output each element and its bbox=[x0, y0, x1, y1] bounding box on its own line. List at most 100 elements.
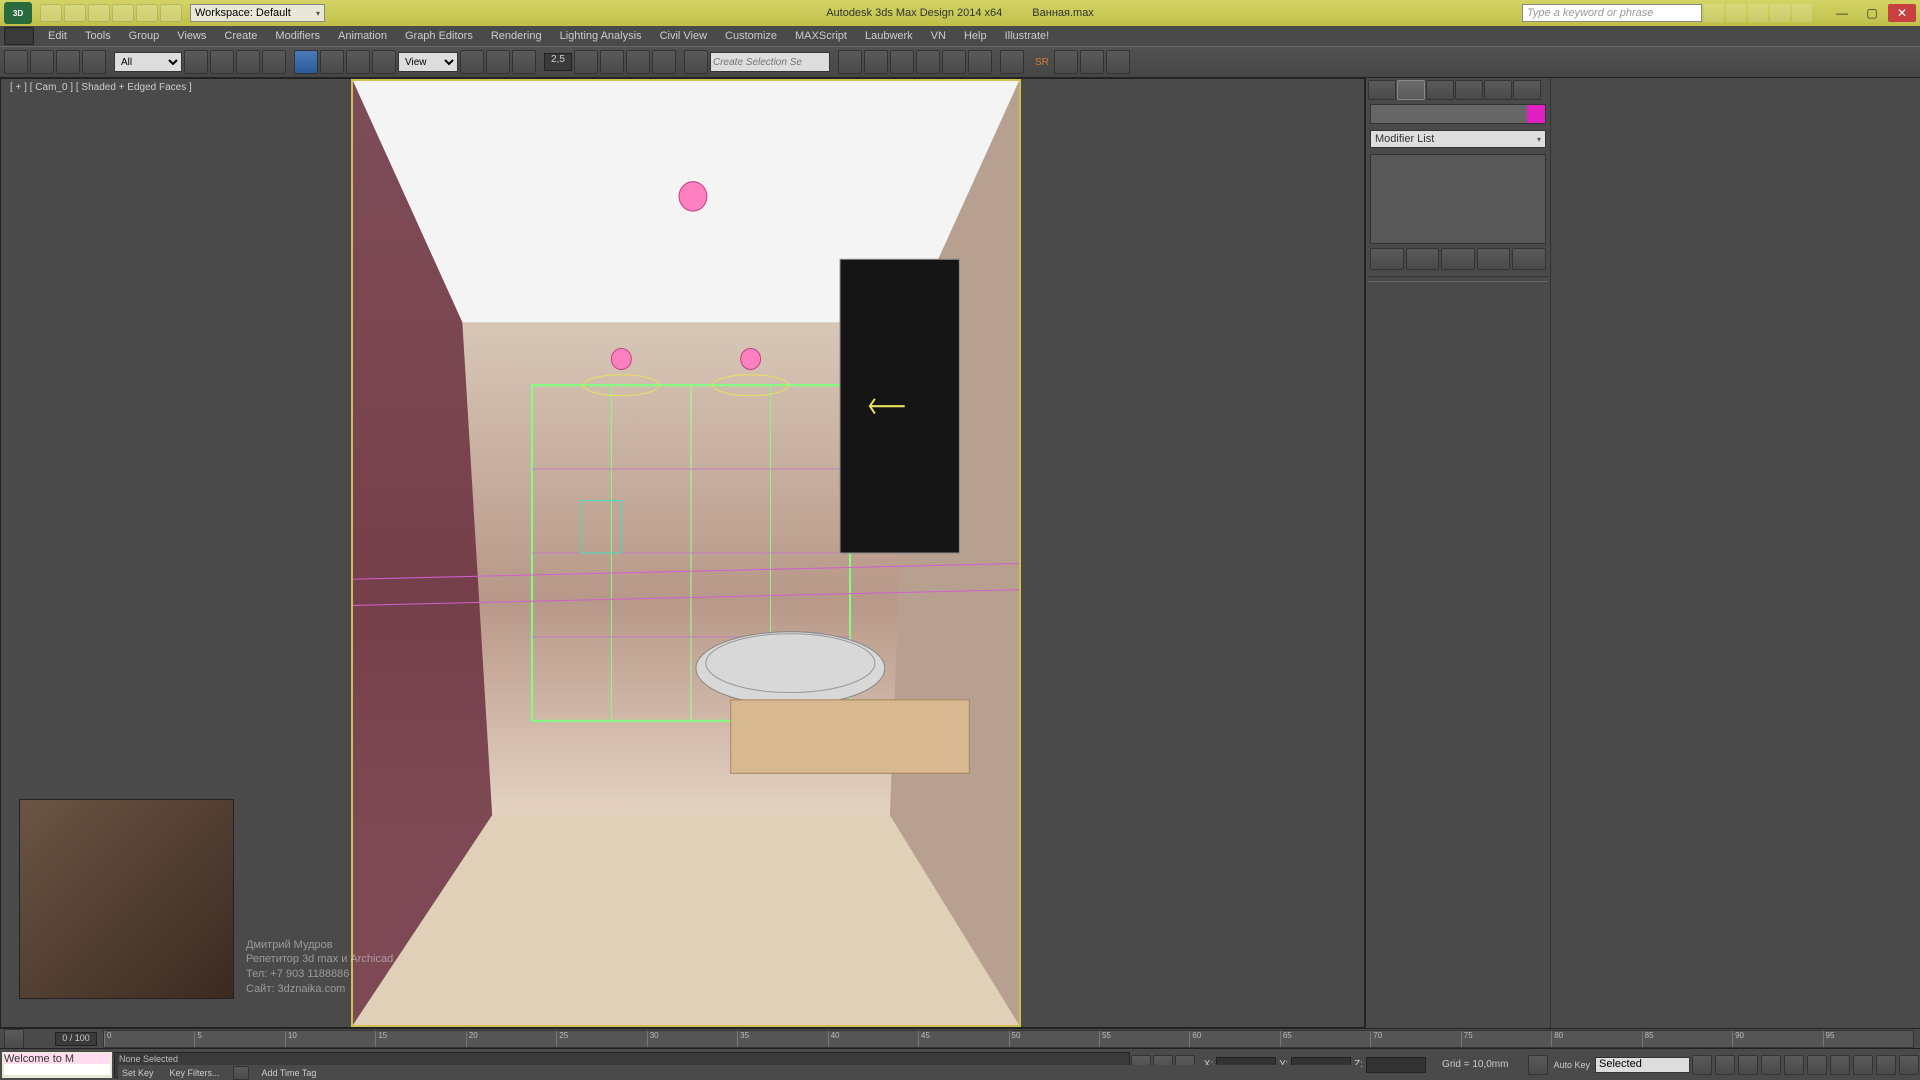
addtimetag-label[interactable]: Add Time Tag bbox=[262, 1068, 317, 1078]
qat-undo-icon[interactable] bbox=[112, 4, 134, 22]
app-icon[interactable]: 3D bbox=[4, 2, 32, 24]
menu-help[interactable]: Help bbox=[956, 28, 995, 44]
render-frame-icon[interactable] bbox=[1080, 50, 1104, 74]
select-and-place-icon[interactable] bbox=[372, 50, 396, 74]
keyboard-shortcut-icon[interactable] bbox=[512, 50, 536, 74]
menu-group[interactable]: Group bbox=[121, 28, 168, 44]
zoom-extents-all-icon[interactable] bbox=[1899, 1055, 1919, 1075]
hierarchy-tab-icon[interactable] bbox=[1426, 80, 1454, 100]
exchange-icon[interactable] bbox=[1748, 4, 1768, 22]
graphite-ribbon-icon[interactable] bbox=[916, 50, 940, 74]
align-icon[interactable] bbox=[864, 50, 888, 74]
layer-manager-icon[interactable] bbox=[890, 50, 914, 74]
keymode-dropdown[interactable]: Selected bbox=[1595, 1057, 1690, 1073]
redo-icon[interactable] bbox=[30, 50, 54, 74]
utilities-tab-icon[interactable] bbox=[1513, 80, 1541, 100]
percent-snap-icon[interactable] bbox=[626, 50, 650, 74]
reference-coord-dropdown[interactable]: View bbox=[398, 52, 458, 72]
select-region-icon[interactable] bbox=[236, 50, 260, 74]
select-and-manipulate-icon[interactable] bbox=[486, 50, 510, 74]
qat-open-icon[interactable] bbox=[64, 4, 86, 22]
menu-graph-editors[interactable]: Graph Editors bbox=[397, 28, 481, 44]
show-end-result-icon[interactable] bbox=[1406, 248, 1440, 270]
unlink-icon[interactable] bbox=[82, 50, 106, 74]
material-editor-icon[interactable] bbox=[1000, 50, 1024, 74]
menu-tools[interactable]: Tools bbox=[77, 28, 119, 44]
named-selection-input[interactable] bbox=[710, 52, 830, 72]
object-name-input[interactable] bbox=[1371, 105, 1527, 123]
modifier-stack[interactable] bbox=[1370, 154, 1546, 244]
viewport-label[interactable]: [ + ] [ Cam_0 ] [ Shaded + Edged Faces ] bbox=[7, 81, 195, 94]
link-icon[interactable] bbox=[56, 50, 80, 74]
menu-rendering[interactable]: Rendering bbox=[483, 28, 550, 44]
snap-toggle-icon[interactable] bbox=[574, 50, 598, 74]
maximize-button[interactable]: ▢ bbox=[1858, 4, 1886, 22]
qat-save-icon[interactable] bbox=[88, 4, 110, 22]
close-button[interactable]: ✕ bbox=[1888, 4, 1916, 22]
remove-modifier-icon[interactable] bbox=[1477, 248, 1511, 270]
subscription-icon[interactable] bbox=[1726, 4, 1746, 22]
select-and-scale-icon[interactable] bbox=[346, 50, 370, 74]
autokey-button[interactable]: Auto Key bbox=[1553, 1060, 1590, 1070]
menu-views[interactable]: Views bbox=[169, 28, 214, 44]
keyfilters-button[interactable]: Key Filters... bbox=[170, 1068, 220, 1078]
modifier-list-dropdown[interactable]: Modifier List bbox=[1370, 130, 1546, 148]
menu-animation[interactable]: Animation bbox=[330, 28, 395, 44]
help-icon[interactable] bbox=[1792, 4, 1812, 22]
select-and-rotate-icon[interactable] bbox=[320, 50, 344, 74]
select-object-icon[interactable] bbox=[184, 50, 208, 74]
use-center-icon[interactable] bbox=[460, 50, 484, 74]
undo-icon[interactable] bbox=[4, 50, 28, 74]
minimize-button[interactable]: — bbox=[1828, 4, 1856, 22]
create-tab-icon[interactable] bbox=[1368, 80, 1396, 100]
menu-lighting-analysis[interactable]: Lighting Analysis bbox=[552, 28, 650, 44]
zoom-icon[interactable] bbox=[1830, 1055, 1850, 1075]
timetag-icon[interactable] bbox=[233, 1066, 249, 1080]
workspace-dropdown[interactable]: Workspace: Default bbox=[190, 4, 325, 22]
zoom-extents-icon[interactable] bbox=[1876, 1055, 1896, 1075]
menu-create[interactable]: Create bbox=[216, 28, 265, 44]
time-slider[interactable]: 0510152025303540455055606570758085909510… bbox=[103, 1030, 1914, 1048]
search-icon[interactable] bbox=[1704, 4, 1724, 22]
infocenter-search-input[interactable]: Type a keyword or phrase bbox=[1522, 4, 1702, 22]
key-mode-toggle-icon[interactable] bbox=[1807, 1055, 1827, 1075]
viewport-canvas[interactable] bbox=[351, 79, 1021, 1027]
schematic-view-icon[interactable] bbox=[968, 50, 992, 74]
edit-named-sel-icon[interactable] bbox=[684, 50, 708, 74]
make-unique-icon[interactable] bbox=[1441, 248, 1475, 270]
modify-tab-icon[interactable] bbox=[1397, 80, 1425, 100]
qat-redo-icon[interactable] bbox=[136, 4, 158, 22]
goto-end-icon[interactable] bbox=[1784, 1055, 1804, 1075]
menu-illustrate[interactable]: Illustrate! bbox=[997, 28, 1058, 44]
pin-stack-icon[interactable] bbox=[1370, 248, 1404, 270]
menu-modifiers[interactable]: Modifiers bbox=[267, 28, 328, 44]
object-color-swatch[interactable] bbox=[1527, 105, 1545, 123]
prev-frame-icon[interactable] bbox=[1715, 1055, 1735, 1075]
goto-start-icon[interactable] bbox=[1692, 1055, 1712, 1075]
play-icon[interactable] bbox=[1738, 1055, 1758, 1075]
zoom-all-icon[interactable] bbox=[1853, 1055, 1873, 1075]
favorites-icon[interactable] bbox=[1770, 4, 1790, 22]
snap-spinner[interactable]: 2,5 bbox=[544, 53, 572, 71]
mirror-icon[interactable] bbox=[838, 50, 862, 74]
curve-editor-icon[interactable] bbox=[942, 50, 966, 74]
application-menu-button[interactable] bbox=[4, 27, 34, 45]
next-frame-icon[interactable] bbox=[1761, 1055, 1781, 1075]
select-by-name-icon[interactable] bbox=[210, 50, 234, 74]
setkey-button[interactable]: Set Key bbox=[122, 1068, 154, 1078]
qat-project-icon[interactable] bbox=[160, 4, 182, 22]
maxscript-listener[interactable]: Welcome to M bbox=[2, 1052, 112, 1078]
select-and-move-icon[interactable] bbox=[294, 50, 318, 74]
configure-sets-icon[interactable] bbox=[1512, 248, 1546, 270]
render-production-icon[interactable] bbox=[1106, 50, 1130, 74]
frame-indicator[interactable]: 0 / 100 bbox=[55, 1032, 97, 1046]
menu-edit[interactable]: Edit bbox=[40, 28, 75, 44]
mini-curve-editor-icon[interactable] bbox=[4, 1029, 24, 1049]
menu-customize[interactable]: Customize bbox=[717, 28, 785, 44]
angle-snap-icon[interactable] bbox=[600, 50, 624, 74]
render-setup-icon[interactable] bbox=[1054, 50, 1078, 74]
viewport-area[interactable]: [ + ] [ Cam_0 ] [ Shaded + Edged Faces ] bbox=[0, 78, 1365, 1028]
motion-tab-icon[interactable] bbox=[1455, 80, 1483, 100]
display-tab-icon[interactable] bbox=[1484, 80, 1512, 100]
time-config-icon[interactable] bbox=[1528, 1055, 1548, 1075]
